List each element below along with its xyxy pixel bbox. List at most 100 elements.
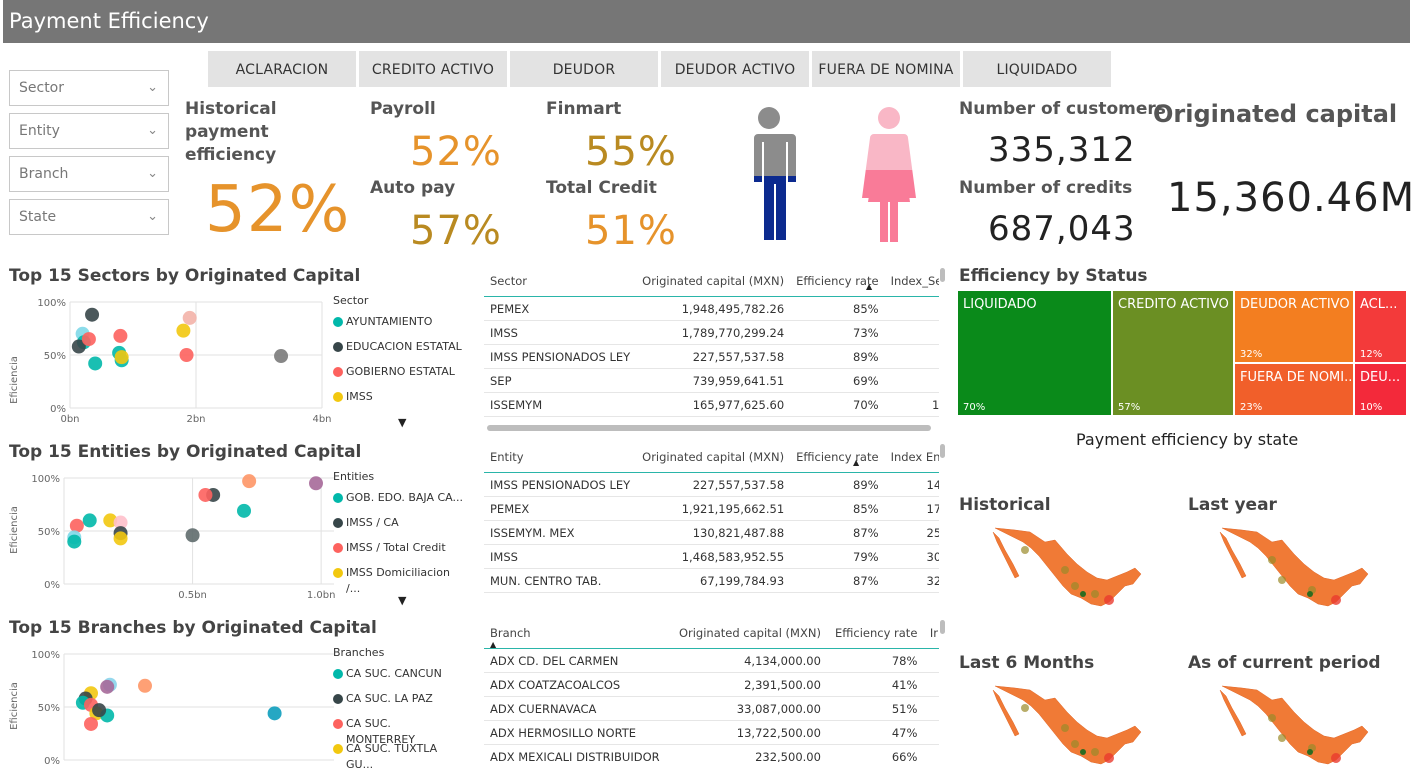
table-row[interactable]: IMSS PENSIONADOS LEY227,557,537.5889%14.…: [484, 472, 939, 497]
scatter-point[interactable]: [237, 503, 251, 518]
table-row[interactable]: ADX CD. DEL CARMEN 4,134,000.00 78%: [484, 648, 939, 673]
scatter-point[interactable]: [113, 531, 128, 546]
legend-item[interactable]: IMSS / CA: [333, 515, 463, 540]
legend-item[interactable]: CA SUC. MONTERREY: [333, 716, 463, 746]
table-row[interactable]: PEMEX1,921,195,662.5185%17.80: [484, 496, 939, 521]
tab-deudor-activo[interactable]: DEUDOR ACTIVO: [661, 51, 809, 87]
scatter-point[interactable]: [185, 528, 200, 543]
table-row[interactable]: ISSEMYM. MEX130,821,487.8887%25.20: [484, 520, 939, 545]
mexico-map-historical[interactable]: [985, 520, 1150, 620]
scatter-point[interactable]: [198, 487, 213, 502]
table-row[interactable]: ADX COATZACOALCOS 2,391,500.00 41%: [484, 672, 939, 697]
sector-slicer[interactable]: Sector ⌄: [9, 70, 169, 106]
mexico-map-last-year[interactable]: [1212, 520, 1377, 620]
column-header[interactable]: Originated capital (MXN): [636, 266, 791, 297]
column-header[interactable]: Originated capital (MXN): [669, 618, 827, 649]
table-row[interactable]: SEP739,959,641.5169%9.40: [484, 368, 939, 393]
mexico-map-current-period[interactable]: [1212, 678, 1377, 767]
treemap-tile-value: 23%: [1240, 402, 1263, 413]
scatter-point[interactable]: [85, 307, 100, 322]
legend-item[interactable]: CA SUC. TUXTLA GU...: [333, 741, 463, 771]
scatter-point[interactable]: [179, 348, 194, 362]
column-header[interactable]: Index_Sector: [884, 266, 939, 297]
state-slicer[interactable]: State ⌄: [9, 199, 169, 235]
legend-item[interactable]: EDUCACION ESTATAL: [333, 339, 463, 364]
vertical-scrollbar[interactable]: [940, 620, 945, 634]
legend-item[interactable]: GOBIERNO ESTATAL: [333, 364, 463, 389]
column-header[interactable]: Efficiency rate: [826, 618, 924, 649]
branch-table-container[interactable]: Branch Originated capital (MXN) Efficien…: [484, 618, 939, 762]
table-row[interactable]: IMSS PENSIONADOS LEY227,557,537.5889%5.8…: [484, 344, 939, 369]
treemap-tile[interactable]: CREDITO ACTIVO 57%: [1113, 291, 1233, 415]
scatter-point[interactable]: [67, 534, 82, 549]
scatter-point[interactable]: [138, 678, 152, 693]
tab-deudor[interactable]: DEUDOR: [510, 51, 658, 87]
table-cell: 78%: [826, 648, 924, 673]
legend-item[interactable]: IMSS: [333, 389, 463, 414]
column-header[interactable]: Originated capital (MXN): [636, 442, 791, 473]
table-row[interactable]: PEMEX1,948,495,782.2685%2.60: [484, 296, 939, 321]
table-row[interactable]: IMSS1,789,770,299.2473%5.20: [484, 320, 939, 345]
caret-down-icon[interactable]: ▼: [398, 416, 406, 429]
y-tick-label: 0%: [44, 756, 60, 767]
scatter-point[interactable]: [114, 350, 129, 365]
scatter-point[interactable]: [274, 349, 289, 364]
scatter-point[interactable]: [82, 513, 97, 528]
treemap-tile-label: LIQUIDADO: [963, 297, 1037, 312]
entity-table-container[interactable]: Entity Originated capital (MXN) Efficien…: [484, 442, 939, 614]
tab-credito-activo[interactable]: CREDITO ACTIVO: [359, 51, 507, 87]
tab-liquidado[interactable]: LIQUIDADO: [963, 51, 1111, 87]
horizontal-scrollbar[interactable]: [487, 425, 931, 431]
tab-fuera-de-nomina[interactable]: FUERA DE NOMINA: [812, 51, 960, 87]
treemap-tile[interactable]: FUERA DE NOMI... 23%: [1235, 364, 1353, 415]
finmart-label: Finmart: [546, 99, 622, 119]
column-header[interactable]: Entity: [484, 442, 637, 473]
scatter-point[interactable]: [84, 716, 98, 731]
tab-aclaracion[interactable]: ACLARACION: [208, 51, 356, 87]
originated-capital-value: 15,360.46M: [1167, 175, 1413, 221]
vertical-scrollbar[interactable]: [940, 268, 945, 282]
legend-item[interactable]: GOB. EDO. BAJA CA...: [333, 490, 463, 515]
column-header[interactable]: Efficiency rate: [790, 442, 885, 473]
scatter-point[interactable]: [113, 328, 128, 343]
treemap-tile[interactable]: LIQUIDADO 70%: [958, 291, 1111, 415]
treemap-tile[interactable]: DEUDOR ACTIVO 32%: [1235, 291, 1353, 362]
legend-item[interactable]: CA SUC. LA PAZ: [333, 691, 463, 716]
table-cell: 1,789,770,299.24: [636, 320, 791, 345]
scatter-point[interactable]: [242, 474, 257, 489]
scatter-point[interactable]: [100, 679, 115, 694]
caret-down-icon[interactable]: ▼: [398, 594, 406, 607]
scatter-point[interactable]: [267, 706, 282, 721]
scatter-point[interactable]: [81, 332, 96, 347]
table-row[interactable]: MUN. CENTRO TAB.67,199,784.9387%32.60: [484, 568, 939, 593]
table-row[interactable]: ADX CUERNAVACA 33,087,000.00 51%: [484, 696, 939, 721]
legend-item[interactable]: CA SUC. CANCUN: [333, 666, 463, 691]
scatter-point[interactable]: [182, 310, 197, 325]
column-header[interactable]: Branch: [484, 618, 670, 649]
table-row[interactable]: ADX MEXICALI DISTRIBUIDOR 232,500.00 66%: [484, 744, 939, 762]
legend-item[interactable]: IMSS Domiciliacion /...: [333, 565, 463, 595]
y-axis-label: Eficiencia: [9, 682, 20, 730]
column-header[interactable]: Sector: [484, 266, 637, 297]
treemap-tile[interactable]: ACL... 12%: [1355, 291, 1406, 362]
column-header[interactable]: Ir: [923, 618, 939, 649]
sort-up-icon[interactable]: ▲: [866, 282, 872, 291]
mexico-map-last-6-months[interactable]: [985, 678, 1150, 767]
column-header[interactable]: Index Entity: [884, 442, 939, 473]
scatter-point[interactable]: [309, 476, 323, 491]
branch-slicer[interactable]: Branch ⌄: [9, 156, 169, 192]
legend-item[interactable]: AYUNTAMIENTO: [333, 314, 463, 339]
legend-item[interactable]: IMSS / Total Credit: [333, 540, 463, 565]
vertical-scrollbar[interactable]: [940, 444, 945, 458]
table-row[interactable]: ADX HERMOSILLO NORTE 13,722,500.00 47%: [484, 720, 939, 745]
sort-up-icon[interactable]: ▲: [490, 640, 496, 649]
scatter-point[interactable]: [88, 356, 103, 371]
table-row[interactable]: ISSEMYM165,977,625.6070%10.40: [484, 392, 939, 417]
sort-up-icon[interactable]: ▲: [853, 458, 859, 467]
entity-slicer[interactable]: Entity ⌄: [9, 113, 169, 149]
table-row[interactable]: IMSS1,468,583,952.5579%30.80: [484, 544, 939, 569]
scatter-point[interactable]: [69, 518, 84, 533]
scatter-point[interactable]: [176, 323, 191, 338]
scatter-point[interactable]: [92, 703, 107, 718]
treemap-tile[interactable]: DEU... 10%: [1355, 364, 1406, 415]
